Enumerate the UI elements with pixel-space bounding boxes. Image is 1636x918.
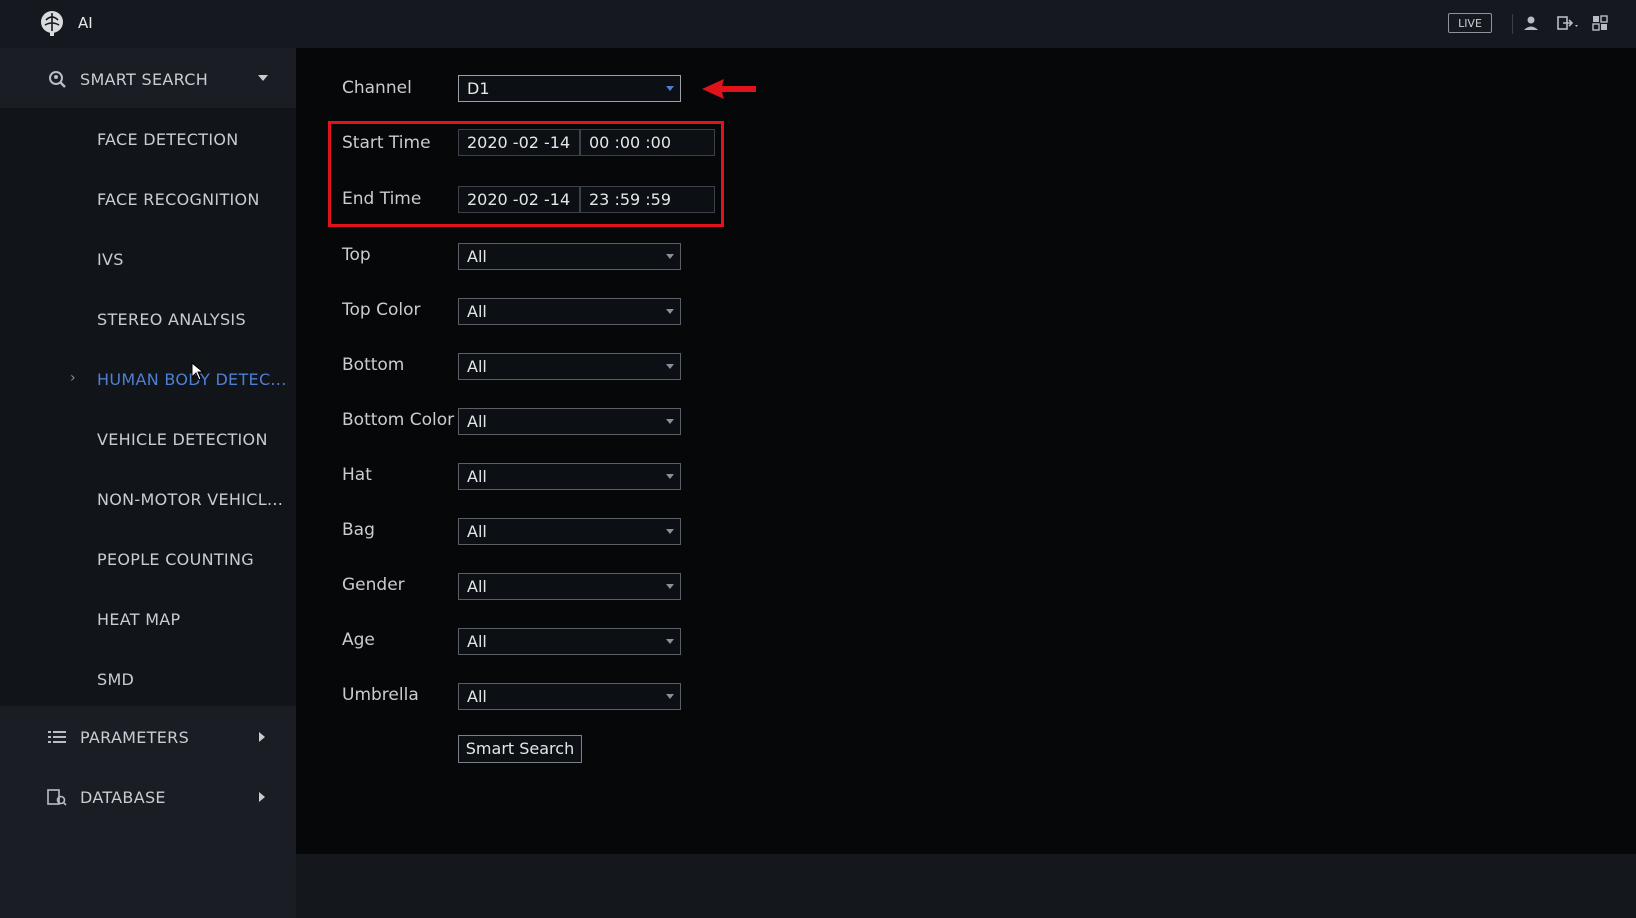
caret-right-icon [259, 792, 265, 802]
top-color-value: All [467, 302, 487, 321]
list-icon [46, 726, 68, 748]
mouse-cursor-icon [191, 362, 205, 381]
brain-logo-icon [41, 11, 63, 36]
sidebar-parameters-label: PARAMETERS [80, 727, 190, 747]
bag-value: All [467, 522, 487, 541]
channel-value: D1 [467, 79, 490, 98]
umbrella-label: Umbrella [342, 685, 419, 705]
time-range-highlight-box [328, 121, 724, 227]
bottom-label: Bottom [342, 355, 405, 375]
dropdown-arrow-icon [666, 309, 674, 314]
sidebar-smart-search[interactable]: SMART SEARCH [0, 50, 296, 108]
sidebar: SMART SEARCH FACE DETECTION FACE RECOGNI… [0, 48, 296, 918]
dropdown-arrow-icon [666, 86, 674, 91]
age-value: All [467, 632, 487, 651]
channel-label: Channel [342, 78, 412, 98]
top-color-label: Top Color [342, 300, 421, 320]
red-arrow-annotation-icon [702, 79, 756, 99]
user-icon[interactable] [1522, 14, 1540, 32]
live-button[interactable]: LIVE [1448, 13, 1492, 33]
sidebar-database[interactable]: DATABASE [0, 768, 296, 826]
dropdown-arrow-icon [666, 584, 674, 589]
chevron-right-icon: › [70, 370, 76, 386]
channel-select[interactable]: D1 [458, 75, 681, 102]
caret-right-icon [259, 732, 265, 742]
dropdown-arrow-icon [666, 364, 674, 369]
sidebar-item-stereo-analysis[interactable]: STEREO ANALYSIS [97, 310, 246, 329]
sidebar-item-smd[interactable]: SMD [97, 670, 134, 689]
dropdown-arrow-icon [666, 474, 674, 479]
hat-label: Hat [342, 465, 372, 485]
sidebar-smart-search-label: SMART SEARCH [80, 69, 209, 89]
sidebar-database-label: DATABASE [80, 787, 166, 807]
sidebar-parameters[interactable]: PARAMETERS [0, 708, 296, 766]
dropdown-arrow-icon [666, 254, 674, 259]
top-divider [1512, 14, 1513, 34]
bottom-color-select[interactable]: All [458, 408, 681, 435]
sidebar-item-ivs[interactable]: IVS [97, 250, 124, 269]
sidebar-item-people-counting[interactable]: PEOPLE COUNTING [97, 550, 254, 569]
smart-search-button[interactable]: Smart Search [458, 735, 582, 763]
umbrella-select[interactable]: All [458, 683, 681, 710]
gender-value: All [467, 577, 487, 596]
gender-select[interactable]: All [458, 573, 681, 600]
age-select[interactable]: All [458, 628, 681, 655]
top-bar: AI LIVE [0, 0, 1636, 48]
bag-label: Bag [342, 520, 375, 540]
app-title: AI [78, 14, 93, 32]
dropdown-arrow-icon [666, 529, 674, 534]
bottom-strip [296, 854, 1636, 918]
top-value: All [467, 247, 487, 266]
top-color-select[interactable]: All [458, 298, 681, 325]
layout-icon[interactable] [1591, 14, 1609, 32]
age-label: Age [342, 630, 375, 650]
sidebar-item-face-recognition[interactable]: FACE RECOGNITION [97, 190, 260, 209]
gender-label: Gender [342, 575, 405, 595]
dropdown-arrow-icon [666, 694, 674, 699]
dropdown-arrow-icon [666, 419, 674, 424]
hat-select[interactable]: All [458, 463, 681, 490]
hat-value: All [467, 467, 487, 486]
sidebar-item-vehicle-detection[interactable]: VEHICLE DETECTION [97, 430, 268, 449]
top-select[interactable]: All [458, 243, 681, 270]
bottom-color-value: All [467, 412, 487, 431]
caret-down-icon [258, 75, 268, 81]
sidebar-item-heat-map[interactable]: HEAT MAP [97, 610, 181, 629]
sidebar-item-face-detection[interactable]: FACE DETECTION [97, 130, 239, 149]
database-icon [46, 786, 68, 808]
dropdown-arrow-icon [666, 639, 674, 644]
top-label: Top [342, 245, 371, 265]
bottom-color-label: Bottom Color [342, 410, 455, 430]
umbrella-value: All [467, 687, 487, 706]
sidebar-item-non-motor-vehicle[interactable]: NON-MOTOR VEHICL... [97, 490, 283, 509]
smart-search-icon [46, 68, 68, 90]
logout-icon[interactable] [1556, 14, 1582, 32]
bottom-value: All [467, 357, 487, 376]
bottom-select[interactable]: All [458, 353, 681, 380]
bag-select[interactable]: All [458, 518, 681, 545]
